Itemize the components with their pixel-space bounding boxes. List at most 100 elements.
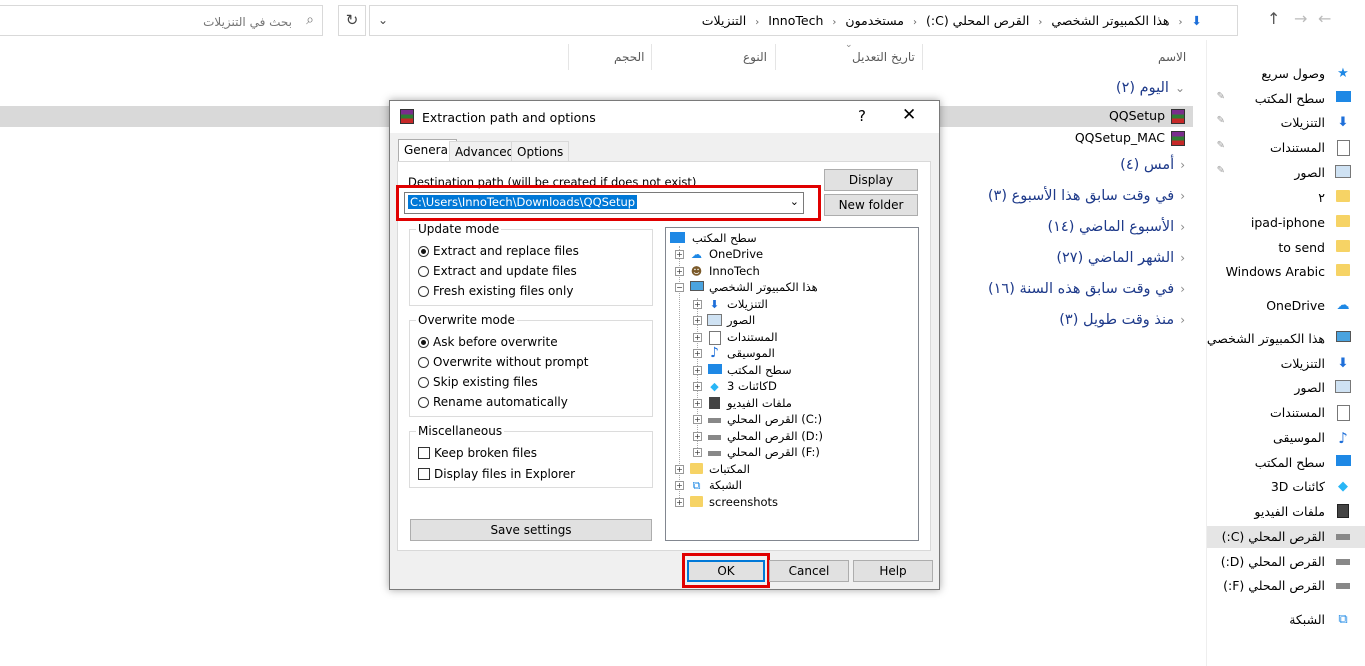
miscellaneous-group: Miscellaneous Keep broken files Display … — [409, 424, 653, 488]
group-header-last-month[interactable]: ‹الشهر الماضي (٢٧) — [1056, 250, 1185, 266]
expand-icon[interactable]: + — [693, 333, 702, 342]
sidebar-item-pictures[interactable]: الصور ✎ — [1207, 162, 1365, 184]
save-settings-button[interactable]: Save settings — [410, 519, 652, 541]
expand-icon[interactable]: + — [675, 481, 684, 490]
expand-icon[interactable]: + — [675, 498, 684, 507]
help-button[interactable]: Help — [853, 560, 933, 582]
expand-icon[interactable]: + — [693, 448, 702, 457]
sidebar-item-drive-d[interactable]: القرص المحلي (D:) — [1207, 551, 1365, 573]
sidebar-item-downloads[interactable]: ⬇ التنزيلات — [1207, 353, 1365, 375]
chevron-left-icon: ‹ — [1180, 313, 1185, 327]
breadcrumb-item[interactable]: InnoTech — [768, 13, 823, 28]
tab-advanced[interactable]: Advanced — [449, 141, 521, 161]
sidebar-item-quick-access[interactable]: ★ وصول سريع — [1207, 63, 1365, 85]
group-header-long-ago[interactable]: ‹منذ وقت طويل (٣) — [1059, 312, 1185, 328]
column-divider[interactable] — [922, 44, 923, 70]
column-divider[interactable] — [775, 44, 776, 70]
tab-options[interactable]: Options — [511, 141, 570, 161]
expand-icon[interactable]: + — [693, 349, 702, 358]
radio-extract-replace[interactable]: Extract and replace files — [418, 244, 579, 258]
up-arrow-icon[interactable]: ↑ — [1267, 9, 1280, 28]
sidebar-item-folder[interactable]: ipad-iphone — [1207, 212, 1365, 234]
pin-icon[interactable]: ✎ — [1217, 115, 1225, 126]
desktop-icon — [1335, 455, 1351, 466]
expand-icon[interactable]: + — [693, 399, 702, 408]
expand-icon[interactable]: + — [693, 432, 702, 441]
expand-icon[interactable]: + — [675, 250, 684, 259]
column-header-size[interactable]: الحجم — [614, 50, 644, 64]
expand-icon[interactable]: + — [675, 267, 684, 276]
checkbox-display-in-explorer[interactable]: Display files in Explorer — [418, 467, 575, 481]
help-question-icon[interactable]: ? — [858, 107, 866, 125]
chevron-down-icon[interactable]: ⌄ — [790, 195, 799, 208]
sidebar-item-documents[interactable]: المستندات — [1207, 402, 1365, 424]
sidebar-item-music[interactable]: ♪ الموسيقى — [1207, 427, 1365, 449]
expand-icon[interactable]: + — [675, 465, 684, 474]
column-header-name[interactable]: الاسم — [1158, 50, 1186, 64]
new-folder-button[interactable]: New folder — [824, 194, 918, 216]
column-divider[interactable] — [651, 44, 652, 70]
ok-button[interactable]: OK — [687, 560, 765, 582]
sidebar-item-pictures[interactable]: الصور — [1207, 377, 1365, 399]
expand-icon[interactable]: + — [693, 415, 702, 424]
sidebar-item-downloads[interactable]: ⬇ التنزيلات ✎ — [1207, 112, 1365, 134]
sidebar-item-desktop[interactable]: سطح المكتب — [1207, 452, 1365, 474]
radio-fresh-existing[interactable]: Fresh existing files only — [418, 284, 573, 298]
pin-icon[interactable]: ✎ — [1217, 165, 1225, 176]
group-header-earlier-year[interactable]: ‹في وقت سابق هذه السنة (١٦) — [988, 281, 1185, 297]
collapse-icon[interactable]: − — [675, 283, 684, 292]
radio-rename-automatically[interactable]: Rename automatically — [418, 395, 568, 409]
group-header-last-week[interactable]: ‹الأسبوع الماضي (١٤) — [1047, 219, 1185, 235]
group-header-today[interactable]: ⌄اليوم (٢) — [1116, 80, 1185, 96]
radio-extract-update[interactable]: Extract and update files — [418, 264, 577, 278]
chevron-left-icon: ‹ — [1180, 189, 1185, 203]
sidebar-item-3d-objects[interactable]: ◆ كائنات 3D — [1207, 476, 1365, 498]
sidebar-item-folder[interactable]: ٢ — [1207, 187, 1365, 209]
checkbox-keep-broken-files[interactable]: Keep broken files — [418, 446, 537, 460]
column-header-type[interactable]: النوع — [743, 50, 767, 64]
pin-icon[interactable]: ✎ — [1217, 140, 1225, 151]
breadcrumb-item[interactable]: هذا الكمبيوتر الشخصي — [1051, 13, 1169, 28]
expand-icon[interactable]: + — [693, 300, 702, 309]
breadcrumb-item[interactable]: القرص المحلي (C:) — [926, 13, 1029, 28]
sidebar-item-network[interactable]: ⧉ الشبكة — [1207, 609, 1365, 631]
destination-path-combobox[interactable]: C:\Users\InnoTech\Downloads\QQSetup ⌄ — [404, 192, 804, 214]
column-divider[interactable] — [568, 44, 569, 70]
search-input[interactable] — [8, 11, 294, 33]
sidebar-item-onedrive[interactable]: ☁ OneDrive — [1207, 295, 1365, 317]
group-header-earlier-week[interactable]: ‹في وقت سابق هذا الأسبوع (٣) — [988, 188, 1185, 204]
radio-overwrite-without-prompt[interactable]: Overwrite without prompt — [418, 355, 588, 369]
back-arrow-icon[interactable]: ← — [1318, 9, 1331, 28]
expand-icon[interactable]: + — [693, 316, 702, 325]
chevron-down-icon[interactable]: ⌄ — [378, 13, 388, 27]
sidebar-item-drive-c[interactable]: القرص المحلي (C:) — [1207, 526, 1365, 548]
column-header-date[interactable]: تاريخ التعديل — [852, 50, 915, 64]
breadcrumb-item[interactable]: التنزيلات — [702, 13, 746, 28]
radio-skip-existing[interactable]: Skip existing files — [418, 375, 538, 389]
sort-chevron-icon: ⌄ — [845, 40, 853, 50]
display-button[interactable]: Display — [824, 169, 918, 191]
sidebar-item-videos[interactable]: ملفات الفيديو — [1207, 501, 1365, 523]
video-icon — [1337, 504, 1349, 518]
sidebar-item-folder[interactable]: to send — [1207, 237, 1365, 259]
winrar-icon — [400, 109, 414, 124]
search-box[interactable]: ⌕ — [0, 5, 323, 36]
address-bar[interactable]: ⌄ ⬇‹هذا الكمبيوتر الشخصي‹القرص المحلي (C… — [369, 5, 1238, 36]
sidebar-item-desktop[interactable]: سطح المكتب ✎ — [1207, 88, 1365, 110]
breadcrumb-item[interactable]: مستخدمون — [845, 13, 904, 28]
expand-icon[interactable]: + — [693, 366, 702, 375]
sidebar-item-documents[interactable]: المستندات ✎ — [1207, 137, 1365, 159]
close-icon[interactable]: ✕ — [902, 105, 916, 125]
sidebar-item-folder[interactable]: Windows Arabic — [1207, 261, 1365, 283]
refresh-icon[interactable]: ↻ — [338, 5, 366, 36]
expand-icon[interactable]: + — [693, 382, 702, 391]
sidebar-item-drive-f[interactable]: القرص المحلي (F:) — [1207, 575, 1365, 597]
group-header-yesterday[interactable]: ‹أمس (٤) — [1120, 157, 1185, 173]
drive-icon — [707, 430, 722, 443]
cancel-button[interactable]: Cancel — [769, 560, 849, 582]
folder-tree[interactable]: سطح المكتب + ☁ OneDrive + ☻ InnoTech − هذا ال… — [665, 227, 919, 541]
sidebar-item-this-pc[interactable]: هذا الكمبيوتر الشخصي — [1207, 328, 1365, 350]
radio-ask-before-overwrite[interactable]: Ask before overwrite — [418, 335, 558, 349]
forward-arrow-icon[interactable]: → — [1294, 9, 1307, 28]
pin-icon[interactable]: ✎ — [1217, 91, 1225, 102]
